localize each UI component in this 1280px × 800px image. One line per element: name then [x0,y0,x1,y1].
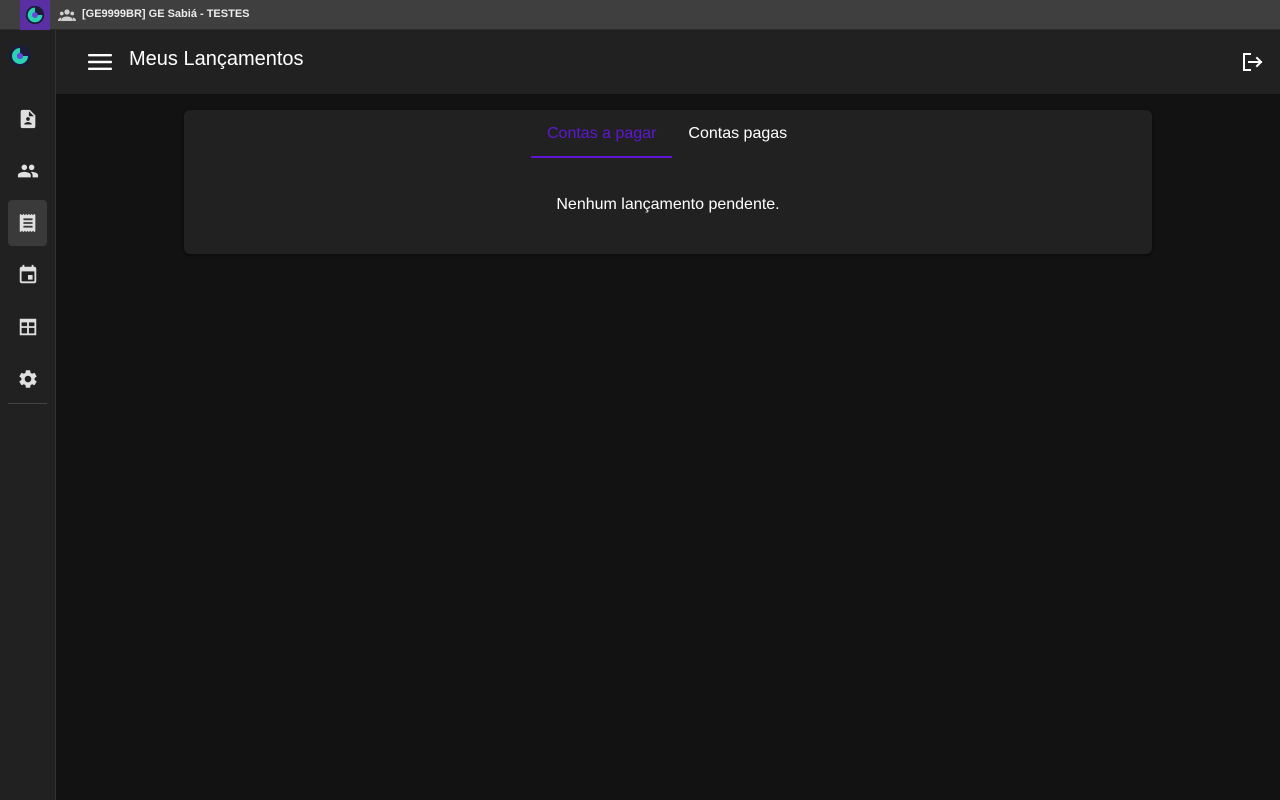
sidebar-item-people[interactable] [8,148,47,194]
sidebar-rail [0,30,56,800]
launches-card: Contas a pagar Contas pagas Nenhum lança… [184,110,1152,254]
empty-state-message: Nenhum lançamento pendente. [556,196,780,213]
sidebar-item-calendar[interactable] [8,252,47,298]
tab-contas-a-pagar[interactable]: Contas a pagar [531,110,673,158]
window-title: [GE9999BR] GE Sabiá - TESTES [82,8,250,20]
receipt-icon [19,213,35,233]
contact-document-icon [20,109,35,129]
menu-button[interactable] [86,49,114,75]
sidebar-item-contact-document[interactable] [8,96,47,142]
sidebar-item-table-layout[interactable] [8,304,47,350]
logout-icon [1243,53,1263,71]
app-header: Meus Lançamentos [56,30,1280,94]
table-layout-icon [19,318,36,336]
page-title: Meus Lançamentos [129,48,304,70]
calendar-event-icon [19,264,36,284]
app-logo-icon [20,0,50,30]
app-logo-icon[interactable] [8,44,32,68]
sidebar-divider [8,403,47,404]
tab-bar: Contas a pagar Contas pagas [531,110,803,158]
sidebar-item-receipt[interactable] [8,200,47,246]
gear-icon [18,370,37,388]
logout-button[interactable] [1238,49,1266,75]
people-icon [17,164,38,178]
tab-contas-pagas[interactable]: Contas pagas [672,110,803,158]
hamburger-menu-icon [88,54,112,70]
group-icon [58,8,76,22]
sidebar-item-settings[interactable] [8,356,47,402]
window-titlebar: [GE9999BR] GE Sabiá - TESTES [0,0,1280,30]
